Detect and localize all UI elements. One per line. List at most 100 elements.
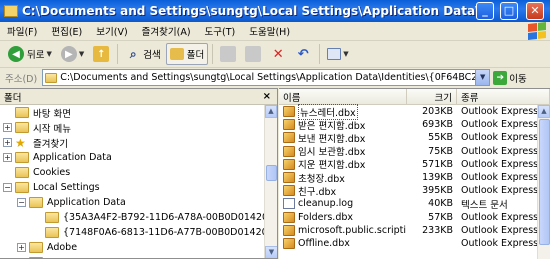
tree-item[interactable]: {35A3A4F2-B792-11D6-A78A-00B0D0142020}: [0, 210, 277, 225]
minimize-button[interactable]: _: [476, 2, 494, 20]
file-type: 텍스트 문서: [461, 199, 508, 211]
search-button[interactable]: ⌕ 검색: [121, 43, 164, 65]
file-name-cell: 지운 편지함.dbx: [279, 157, 407, 171]
column-size[interactable]: 크기: [407, 89, 457, 104]
menu-file[interactable]: 파일(F): [0, 24, 44, 38]
tree-item[interactable]: Cookies: [0, 165, 277, 180]
file-row[interactable]: 초청장.dbx 139KB Outlook Express: [279, 171, 550, 185]
file-row[interactable]: 임시 보관함.dbx 75KB Outlook Express: [279, 145, 550, 158]
menu-edit[interactable]: 편집(E): [44, 24, 89, 38]
address-input[interactable]: C:\Documents and Settings\sungtg\Local S…: [42, 69, 491, 86]
address-value: C:\Documents and Settings\sungtg\Local S…: [60, 72, 476, 83]
file-type: Outlook Express: [461, 185, 537, 197]
scroll-up-icon[interactable]: ▲: [265, 105, 277, 118]
search-label: 검색: [143, 50, 161, 61]
close-icon[interactable]: ×: [263, 91, 271, 102]
address-label: 주소(D): [5, 73, 38, 85]
delete-button[interactable]: ✕: [266, 43, 290, 65]
file-row[interactable]: Folders.dbx 57KB Outlook Express: [279, 211, 550, 224]
file-name-cell: 임시 보관함.dbx: [279, 144, 407, 158]
back-button[interactable]: ◀ 뒤로 ▼: [4, 43, 56, 65]
file-size: 57KB: [428, 211, 453, 223]
scroll-thumb[interactable]: [266, 165, 277, 182]
file-type: Outlook Express: [461, 224, 537, 236]
file-list-scrollbar[interactable]: ▲: [537, 105, 550, 259]
collapse-icon[interactable]: −: [17, 198, 26, 207]
close-button[interactable]: ✕: [526, 2, 544, 20]
tree-item[interactable]: + Application Data: [0, 150, 277, 165]
copy-to-button[interactable]: [241, 43, 265, 65]
tree-item[interactable]: − Application Data: [0, 195, 277, 210]
scroll-down-icon[interactable]: ▼: [265, 246, 277, 258]
tree-item-label: 시작 메뉴: [33, 123, 71, 135]
tree-item[interactable]: − Local Settings: [0, 180, 277, 195]
tree-item[interactable]: + ★ 즐겨찾기: [0, 135, 277, 150]
file-row[interactable]: 지운 편지함.dbx 571KB Outlook Express: [279, 158, 550, 171]
column-type[interactable]: 종류: [457, 89, 550, 104]
move-to-button[interactable]: [216, 43, 240, 65]
file-row[interactable]: Offline.dbx Outlook Express: [279, 237, 550, 250]
star-icon: ★: [15, 135, 26, 150]
tree-item-label: Application Data: [33, 152, 112, 163]
scroll-up-icon[interactable]: ▲: [538, 105, 550, 118]
forward-button[interactable]: ▶ ▼: [57, 43, 88, 65]
up-button[interactable]: ↑: [89, 43, 113, 65]
expand-icon[interactable]: +: [3, 153, 12, 162]
tree-item[interactable]: {7148F0A6-6813-11D6-A77B-00B0D0142020}: [0, 225, 277, 240]
file-size: 571KB: [422, 158, 453, 170]
file-name-cell: Folders.dbx: [279, 211, 407, 223]
folders-pane-header: 폴더 ×: [0, 89, 277, 105]
folders-scrollbar[interactable]: ▲ ▼: [264, 105, 277, 258]
views-button[interactable]: ▼: [323, 43, 352, 65]
file-type: Outlook Express: [461, 132, 537, 144]
expand-icon[interactable]: +: [17, 243, 26, 252]
file-type: Outlook Express: [461, 158, 537, 170]
menu-favorites[interactable]: 즐겨찾기(A): [135, 24, 198, 38]
scroll-thumb[interactable]: [539, 119, 550, 245]
file-row[interactable]: 보낸 편지함.dbx 55KB Outlook Express: [279, 131, 550, 145]
search-icon: ⌕: [129, 46, 137, 61]
file-size: 55KB: [428, 132, 453, 144]
go-button[interactable]: ➔ 이동: [493, 70, 527, 85]
tree-item-label: Cookies: [33, 167, 71, 178]
expand-icon[interactable]: +: [3, 138, 12, 147]
file-name: 초청장.dbx: [298, 173, 345, 185]
file-size: 40KB: [428, 198, 453, 210]
folder-icon: [4, 5, 18, 17]
file-size: 693KB: [422, 119, 453, 131]
collapse-icon[interactable]: −: [3, 183, 12, 192]
file-row[interactable]: 뉴스레터.dbx 203KB Outlook Express: [279, 103, 550, 120]
chevron-down-icon[interactable]: ▼: [475, 70, 490, 85]
tree-item[interactable]: + 시작 메뉴: [0, 120, 277, 135]
mail-folder-icon: [283, 158, 295, 170]
folder-icon: [29, 242, 43, 253]
views-icon: [327, 48, 342, 60]
menu-view[interactable]: 보기(V): [89, 24, 134, 38]
toolbar-divider: [212, 44, 214, 64]
file-name: cleanup.log: [298, 198, 354, 210]
undo-button[interactable]: ↶: [291, 43, 315, 65]
mail-folder-icon: [283, 172, 295, 184]
delete-icon: ✕: [272, 46, 284, 62]
file-size: 203KB: [422, 106, 453, 118]
tree-item[interactable]: 바탕 화면: [0, 105, 277, 120]
file-name: microsoft.public.scripti...: [298, 224, 407, 236]
file-row[interactable]: 친구.dbx 395KB Outlook Express: [279, 184, 550, 198]
maximize-button[interactable]: □: [500, 2, 518, 20]
toolbar-divider: [319, 44, 321, 64]
menu-tools[interactable]: 도구(T): [198, 24, 243, 38]
undo-icon: ↶: [297, 46, 309, 62]
file-row[interactable]: microsoft.public.scripti... 233KB Outlook …: [279, 224, 550, 237]
tree-item[interactable]: +CHIGLER: [0, 255, 277, 258]
column-name[interactable]: 이름: [279, 89, 407, 104]
file-type: Outlook Express: [461, 106, 537, 118]
folders-button[interactable]: 폴더: [165, 43, 209, 65]
menu-bar: 파일(F) 편집(E) 보기(V) 즐겨찾기(A) 도구(T) 도움말(H): [0, 22, 550, 41]
file-row[interactable]: 받은 편지함.dbx 693KB Outlook Express: [279, 118, 550, 132]
file-row[interactable]: cleanup.log 40KB 텍스트 문서: [279, 197, 550, 211]
menu-help[interactable]: 도움말(H): [242, 24, 297, 38]
tree-item[interactable]: + Adobe: [0, 240, 277, 255]
expand-icon[interactable]: +: [3, 123, 12, 132]
file-size: 139KB: [422, 172, 453, 184]
chevron-down-icon: ▼: [46, 50, 52, 58]
